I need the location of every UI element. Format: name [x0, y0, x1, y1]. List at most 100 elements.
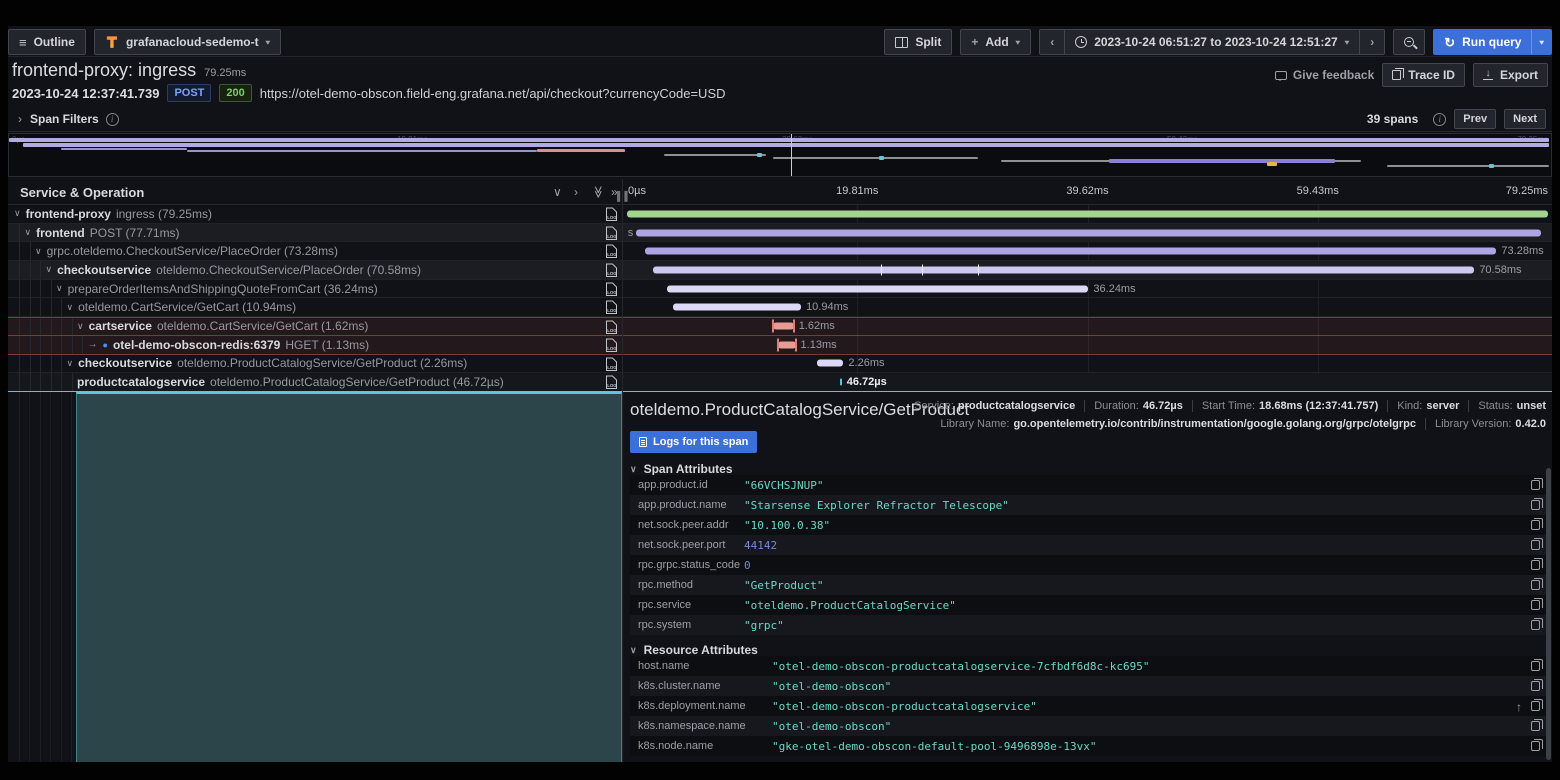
chevron-down-icon[interactable]: ∨ [56, 283, 63, 294]
trace-url: https://otel-demo-obscon.field-eng.grafa… [260, 86, 726, 101]
span-duration-bar[interactable] [667, 285, 1089, 292]
collapse-one-icon[interactable]: ∨ [553, 185, 562, 199]
chevron-down-icon[interactable]: ∨ [14, 208, 21, 219]
expand-one-icon[interactable]: › [574, 185, 578, 199]
span-tree-cell[interactable]: ∨grpc.oteldemo.CheckoutService/PlaceOrde… [8, 242, 622, 260]
prev-button[interactable]: Prev [1454, 109, 1496, 129]
meta-label: Library Version: [1435, 418, 1511, 430]
span-tree-cell[interactable]: productcatalogserviceoteldemo.ProductCat… [8, 373, 622, 391]
datasource-picker[interactable]: grafanacloud-sedemo-t ▾ [94, 29, 281, 55]
span-tree-cell[interactable]: ∨frontendPOST (77.71ms) [8, 224, 622, 242]
outline-icon: ≡ [19, 35, 27, 50]
span-row[interactable]: productcatalogserviceoteldemo.ProductCat… [8, 373, 1552, 392]
export-button[interactable]: ↓ Export [1473, 63, 1548, 87]
chevron-down-icon[interactable]: ∨ [67, 358, 74, 369]
grafana-trace-view: ≡ Outline grafanacloud-sedemo-t ▾ Split … [0, 0, 1560, 780]
copy-icon[interactable] [1531, 500, 1540, 510]
span-row[interactable]: ∨frontendPOST (77.71ms)LOG77.71ms [8, 224, 1552, 243]
service-operation-label: Service & Operation [20, 185, 144, 200]
span-tree-cell[interactable]: ∨checkoutserviceoteldemo.ProductCatalogS… [8, 355, 622, 373]
outline-button[interactable]: ≡ Outline [8, 29, 86, 55]
span-filters-label[interactable]: Span Filters [30, 112, 99, 126]
copy-icon[interactable] [1531, 540, 1540, 550]
span-duration-bar[interactable] [645, 248, 1496, 255]
time-range-picker[interactable]: 2023-10-24 06:51:27 to 2023-10-24 12:51:… [1064, 29, 1360, 55]
trace-minimap[interactable]: 0µs19.81ms39.62ms59.43ms79.25ms [8, 133, 1552, 177]
attribute-key: k8s.namespace.name [638, 720, 772, 732]
logs-for-span-button[interactable]: Logs for this span [630, 431, 757, 453]
chevron-down-icon[interactable]: ∨ [77, 321, 84, 332]
span-tree-cell[interactable]: ∨frontend-proxyingress (79.25ms) [8, 205, 622, 223]
span-row[interactable]: ∨cartserviceoteldemo.CartService/GetCart… [8, 317, 1552, 336]
span-duration-bar[interactable] [817, 360, 844, 367]
span-attributes-section[interactable]: ∨ Span Attributes [630, 462, 733, 476]
minimap-cursor [791, 134, 792, 176]
span-duration-bar[interactable] [653, 266, 1475, 273]
copy-icon[interactable] [1531, 681, 1540, 691]
copy-icon[interactable] [1531, 661, 1540, 671]
run-query-button[interactable]: ↻ Run query [1433, 29, 1532, 55]
add-button[interactable]: + Add ▾ [960, 29, 1031, 55]
time-shift-back-button[interactable]: ‹ [1039, 29, 1065, 55]
span-duration-label: 10.94ms [806, 301, 848, 313]
copy-icon[interactable] [1531, 741, 1540, 751]
span-row[interactable]: ∨prepareOrderItemsAndShippingQuoteFromCa… [8, 280, 1552, 299]
copy-icon[interactable] [1531, 721, 1540, 731]
span-tree-cell[interactable]: ∨oteldemo.CartService/GetCart (10.94ms) [8, 298, 622, 316]
attribute-value: "GetProduct" [744, 579, 823, 592]
copy-icon[interactable] [1531, 520, 1540, 530]
info-icon[interactable]: i [1433, 113, 1446, 126]
zoom-out-button[interactable] [1393, 29, 1425, 55]
chevron-down-icon[interactable]: ∨ [46, 264, 53, 275]
give-feedback-link[interactable]: Give feedback [1275, 68, 1374, 82]
span-row[interactable]: ∨checkoutserviceoteldemo.ProductCatalogS… [8, 355, 1552, 374]
span-tree-cell[interactable]: ∨cartserviceoteldemo.CartService/GetCart… [8, 318, 622, 335]
span-tree-cell[interactable]: →●otel-demo-obscon-redis:6379HGET (1.13m… [8, 336, 622, 354]
span-row[interactable]: ∨frontend-proxyingress (79.25ms)LOG [8, 205, 1552, 224]
span-duration-bar[interactable] [636, 229, 1540, 236]
copy-icon[interactable] [1531, 701, 1540, 711]
meta-value: productcatalogservice [958, 400, 1075, 412]
span-tree-cell[interactable]: ∨prepareOrderItemsAndShippingQuoteFromCa… [8, 280, 622, 298]
chevron-right-icon[interactable]: › [18, 112, 22, 126]
time-shift-forward-button[interactable]: › [1359, 29, 1385, 55]
span-duration-bar[interactable] [778, 341, 795, 348]
span-row[interactable]: ∨checkoutserviceoteldemo.CheckoutService… [8, 261, 1552, 280]
span-operation-name: ingress (79.25ms) [116, 207, 212, 221]
copy-icon[interactable] [1531, 600, 1540, 610]
copy-icon[interactable] [1531, 480, 1540, 490]
span-row[interactable]: ∨grpc.oteldemo.CheckoutService/PlaceOrde… [8, 242, 1552, 261]
next-button[interactable]: Next [1504, 109, 1546, 129]
pane-splitter[interactable] [622, 179, 623, 762]
copy-icon[interactable] [1531, 620, 1540, 630]
span-duration-bar[interactable] [840, 379, 842, 386]
chevron-down-icon[interactable]: ∨ [35, 246, 42, 257]
span-row[interactable]: →●otel-demo-obscon-redis:6379HGET (1.13m… [8, 336, 1552, 355]
split-button[interactable]: Split [884, 29, 952, 55]
span-tree-cell[interactable]: ∨checkoutserviceoteldemo.CheckoutService… [8, 261, 622, 279]
span-duration-bar[interactable] [673, 304, 801, 311]
minimap-span-segment [537, 149, 625, 152]
copy-icon[interactable] [1531, 560, 1540, 570]
attribute-row: rpc.service"oteldemo.ProductCatalogServi… [630, 595, 1548, 615]
scrollbar[interactable] [1546, 468, 1551, 760]
chevron-down-icon[interactable]: ∨ [67, 302, 74, 313]
attribute-key: net.sock.peer.port [638, 539, 744, 551]
copy-icon[interactable] [1531, 580, 1540, 590]
resource-attributes-section[interactable]: ∨ Resource Attributes [630, 643, 758, 657]
span-service-name: otel-demo-obscon-redis:6379 [113, 338, 280, 352]
collapse-all-icon[interactable]: ≫ [592, 185, 605, 199]
clock-icon [1075, 36, 1087, 48]
run-query-dropdown[interactable]: ▾ [1531, 29, 1552, 55]
trace-id-button[interactable]: Trace ID [1382, 63, 1465, 87]
chevron-down-icon[interactable]: ∨ [25, 227, 32, 238]
scroll-to-top-icon[interactable]: ↑ [1516, 700, 1522, 714]
span-operation-name: oteldemo.CheckoutService/PlaceOrder (70.… [156, 263, 421, 277]
info-icon[interactable]: i [106, 113, 119, 126]
attribute-value: "oteldemo.ProductCatalogService" [744, 599, 956, 612]
span-duration-bar[interactable] [773, 323, 794, 330]
meta-value: 18.68ms (12:37:41.757) [1259, 400, 1378, 412]
svg-text:LOG: LOG [607, 234, 617, 239]
span-row[interactable]: ∨oteldemo.CartService/GetCart (10.94ms)L… [8, 298, 1552, 317]
span-duration-bar[interactable] [627, 210, 1548, 217]
